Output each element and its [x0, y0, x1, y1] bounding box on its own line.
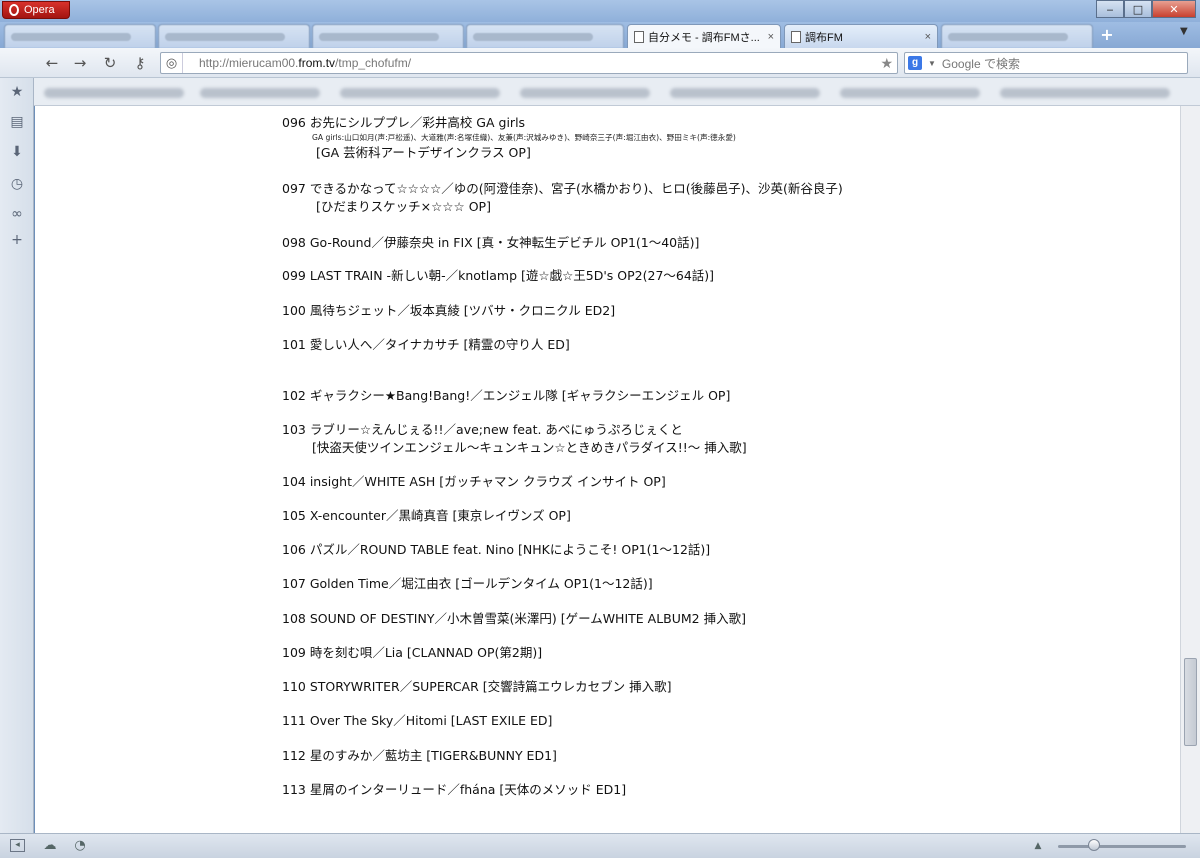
document-icon: [791, 30, 801, 43]
add-panel-icon[interactable]: +: [9, 232, 25, 248]
list-item: 098 Go-Round／伊藤奈央 in FIX [真・女神転生デビチル OP1…: [282, 235, 700, 250]
bookmark-item[interactable]: [340, 88, 500, 98]
list-item: 113 星屑のインターリュード／fhána [天体のメソッド ED1]: [282, 782, 627, 797]
reload-button[interactable]: ↻: [100, 54, 120, 72]
list-item: 104 insight／WHITE ASH [ガッチャマン クラウズ インサイト…: [282, 474, 666, 489]
title-bar: Opera ‒ □ ✕: [0, 0, 1200, 22]
bookmark-item[interactable]: [840, 88, 980, 98]
status-bar: ◂ ☁ ◔ ▲: [0, 833, 1200, 858]
back-button[interactable]: ←: [42, 54, 62, 72]
navigation-bar: ← → ↻ ⚷ ◎ http://mierucam00.from.tv/tmp_…: [0, 48, 1200, 78]
tab-bar: 自分メモ - 調布FMさ... × 調布FM × + ▼: [0, 22, 1200, 49]
tab-blurred-4[interactable]: [466, 24, 624, 48]
list-item: 103 ラブリー☆えんじぇる!!／ave;new feat. あべにゅうぷろじぇ…: [282, 422, 747, 455]
search-placeholder[interactable]: Google で検索: [942, 55, 1020, 72]
bookmark-item[interactable]: [200, 88, 320, 98]
links-icon[interactable]: ∞: [9, 206, 25, 222]
url-text[interactable]: http://mierucam00.from.tv/tmp_chofufm/: [183, 56, 411, 70]
address-bar[interactable]: ◎ http://mierucam00.from.tv/tmp_chofufm/…: [160, 52, 898, 74]
turbo-speedometer-icon[interactable]: ◔: [72, 838, 88, 854]
window-controls: ‒ □ ✕: [1096, 0, 1196, 18]
globe-icon[interactable]: ◎: [161, 53, 183, 73]
scrollbar-thumb[interactable]: [1184, 658, 1197, 746]
list-item: 099 LAST TRAIN -新しい朝-／knotlamp [遊☆戯☆王5D'…: [282, 268, 715, 283]
tab-blurred-1[interactable]: [4, 24, 156, 48]
tab-close-icon[interactable]: ×: [925, 31, 931, 43]
bookmark-item[interactable]: [670, 88, 820, 98]
zoom-menu-icon[interactable]: ▲: [1030, 838, 1046, 854]
tab-label: 調布FM: [805, 31, 843, 44]
key-icon[interactable]: ⚷: [128, 54, 152, 72]
zoom-slider-handle[interactable]: [1088, 839, 1100, 851]
bookmark-item[interactable]: [44, 88, 184, 98]
list-item: 097 できるかなって☆☆☆☆／ゆの(阿澄佳奈)、宮子(水橋かおり)、ヒロ(後藤…: [282, 181, 843, 214]
tab-label: 自分メモ - 調布FMさ...: [648, 32, 760, 44]
maximize-button[interactable]: □: [1124, 0, 1152, 18]
vertical-scrollbar[interactable]: [1180, 106, 1200, 833]
list-item: 108 SOUND OF DESTINY／小木曽雪菜(米澤円) [ゲームWHIT…: [282, 611, 746, 626]
google-icon[interactable]: g: [908, 56, 922, 70]
bookmark-item[interactable]: [520, 88, 650, 98]
new-tab-button[interactable]: +: [1098, 26, 1116, 44]
list-item: 100 風待ちジェット／坂本真綾 [ツバサ・クロニクル ED2]: [282, 303, 616, 318]
list-item: 105 X-encounter／黒崎真音 [東京レイヴンズ OP]: [282, 508, 571, 523]
downloads-icon[interactable]: ⬇: [9, 144, 25, 160]
list-item: 101 愛しい人へ／タイナカサチ [精霊の守り人 ED]: [282, 337, 570, 352]
tab-close-icon[interactable]: ×: [768, 31, 774, 43]
unite-cloud-icon[interactable]: ☁: [42, 838, 58, 854]
list-item: 112 星のすみか／藍坊主 [TIGER&BUNNY ED1]: [282, 748, 557, 763]
opera-logo-icon: [9, 4, 19, 16]
list-item: 107 Golden Time／堀江由衣 [ゴールデンタイム OP1(1〜12話…: [282, 576, 653, 591]
minimize-button[interactable]: ‒: [1096, 0, 1124, 18]
page-content: 096 お先にシルププレ／彩井高校 GA girls GA girls:山口如月…: [35, 106, 1180, 833]
tab-list-chevron-down-icon[interactable]: ▼: [1180, 26, 1188, 37]
app-name: Opera: [24, 4, 55, 16]
forward-button[interactable]: →: [70, 54, 90, 72]
search-box[interactable]: g ▼ Google で検索: [904, 52, 1188, 74]
bookmarks-star-icon[interactable]: ★: [9, 84, 25, 100]
bookmarks-bar: [0, 78, 1200, 106]
list-item: 111 Over The Sky／Hitomi [LAST EXILE ED]: [282, 713, 553, 728]
list-item: 096 お先にシルププレ／彩井高校 GA girls GA girls:山口如月…: [282, 115, 736, 160]
tab-chofufm[interactable]: 調布FM ×: [784, 24, 938, 48]
list-item: 106 パズル／ROUND TABLE feat. Nino [NHKにようこそ…: [282, 542, 711, 557]
tab-blurred-3[interactable]: [312, 24, 464, 48]
tab-memo[interactable]: 自分メモ - 調布FMさ... ×: [627, 24, 781, 49]
bookmark-item[interactable]: [1000, 88, 1170, 98]
opera-menu-button[interactable]: Opera: [2, 1, 70, 19]
tab-blurred-5[interactable]: [941, 24, 1093, 48]
document-icon: [634, 31, 644, 43]
bookmark-star-icon[interactable]: ★: [880, 55, 893, 72]
side-panel: ★ ▤ ⬇ ◷ ∞ +: [0, 78, 34, 833]
notes-icon[interactable]: ▤: [9, 114, 25, 130]
list-item: 102 ギャラクシー★Bang!Bang!／エンジェル隊 [ギャラクシーエンジェ…: [282, 388, 731, 403]
close-window-button[interactable]: ✕: [1152, 0, 1196, 18]
tab-blurred-2[interactable]: [158, 24, 310, 48]
list-item: 110 STORYWRITER／SUPERCAR [交響詩篇エウレカセブン 挿入…: [282, 679, 672, 694]
list-item: 109 時を刻む唄／Lia [CLANNAD OP(第2期)]: [282, 645, 543, 660]
zoom-slider[interactable]: [1058, 845, 1186, 848]
panel-toggle-icon[interactable]: ◂: [10, 839, 25, 852]
history-clock-icon[interactable]: ◷: [9, 176, 25, 192]
search-engine-chevron-down-icon[interactable]: ▼: [928, 59, 936, 68]
